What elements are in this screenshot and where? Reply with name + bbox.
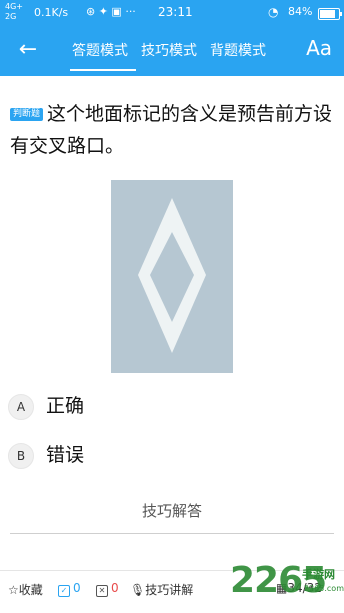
check-icon: ✓	[58, 585, 70, 597]
option-a-key: A	[8, 394, 34, 420]
voice-label: 技巧讲解	[145, 583, 194, 597]
question-type-badge: 判断题	[10, 108, 44, 121]
question-text: 这个地面标记的含义是预告前方设有交叉路口。	[10, 103, 333, 157]
correct-count-value: 0	[73, 581, 81, 595]
wrong-count[interactable]: ✕ 0	[96, 581, 119, 597]
bottom-toolbar: ☆收藏 ✓ 0 ✕ 0 🎙技巧讲解 ▦34/32	[0, 570, 344, 613]
battery-fill	[320, 10, 335, 18]
question: 判断题 这个地面标记的含义是预告前方设有交叉路口。	[10, 98, 336, 162]
network-indicator: 4G+ 2G	[5, 2, 23, 22]
option-a-label: 正确	[46, 395, 85, 417]
network-speed: 0.1K/s	[34, 6, 69, 19]
favorite-button[interactable]: ☆收藏	[8, 581, 43, 598]
microphone-icon: 🎙	[130, 583, 146, 597]
nav-bar: ← 答题模式 技巧模式 背题模式 Aa	[0, 26, 344, 76]
font-size-button[interactable]: Aa	[306, 36, 332, 60]
divider	[10, 533, 334, 534]
status-bar: 4G+ 2G 0.1K/s ⊛ ✦ ▣ ··· 23:11 ◔ 84%	[0, 0, 344, 26]
battery-icon	[318, 8, 342, 20]
wrong-count-value: 0	[111, 581, 119, 595]
grid-icon: ▦	[276, 581, 288, 595]
wifi-icon: ◔	[268, 5, 279, 19]
network-4g: 4G+	[5, 2, 23, 11]
arrow-left-icon[interactable]: ←	[14, 36, 42, 64]
voice-explain-button[interactable]: 🎙技巧讲解	[130, 581, 193, 598]
network-2g: 2G	[5, 12, 17, 21]
page-value: 34/32	[287, 581, 322, 595]
battery-percent: 84%	[288, 5, 313, 18]
page-indicator[interactable]: ▦34/32	[276, 581, 322, 595]
clock: 23:11	[158, 5, 193, 19]
tab-answer-mode[interactable]: 答题模式	[72, 40, 128, 60]
tips-answer-button[interactable]: 技巧解答	[0, 500, 344, 521]
battery-tip	[340, 12, 342, 16]
correct-count[interactable]: ✓ 0	[58, 581, 81, 597]
tab-memorize-mode[interactable]: 背题模式	[210, 40, 266, 60]
active-tab-indicator	[70, 69, 136, 71]
cross-icon: ✕	[96, 585, 108, 597]
option-b-label: 错误	[46, 444, 85, 466]
notification-icons: ⊛ ✦ ▣ ···	[86, 5, 136, 18]
tab-tips-mode[interactable]: 技巧模式	[141, 40, 197, 60]
road-marking-image	[111, 180, 233, 373]
diamond-marking-icon	[138, 198, 206, 353]
option-b-key: B	[8, 443, 34, 469]
